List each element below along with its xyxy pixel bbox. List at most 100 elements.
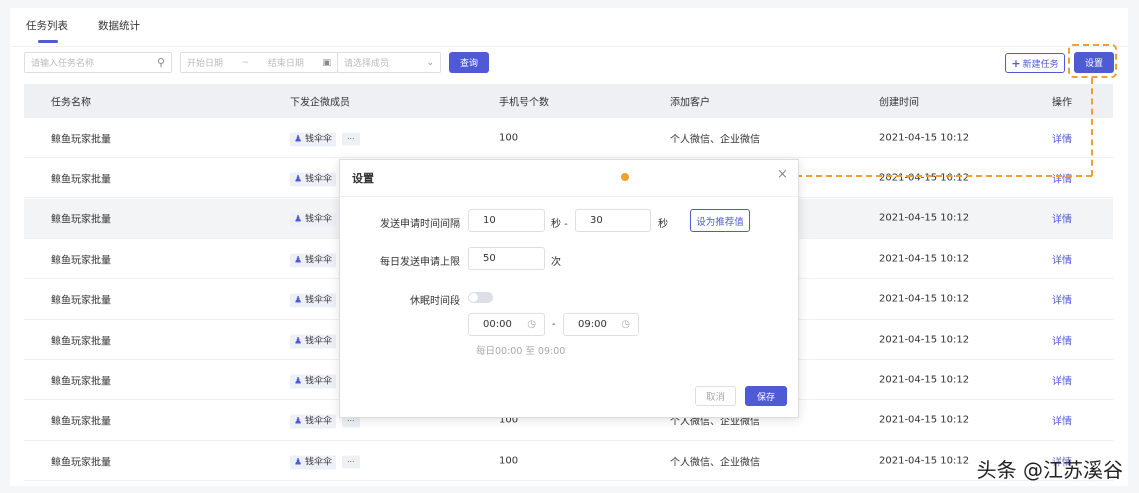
calendar-icon: ▣	[322, 57, 331, 68]
user-icon: ♟	[294, 457, 303, 468]
member-name: 钱伞伞	[304, 134, 332, 144]
created-time: 2021-04-15 10:12	[879, 212, 970, 224]
user-icon: ♟	[294, 255, 303, 266]
member-tag: ♟ 钱伞伞	[290, 455, 336, 470]
member-select[interactable]: 请选择成员 ⌄	[337, 52, 441, 73]
member-tag: ♟ 钱伞伞	[290, 172, 336, 187]
daily-limit-label: 每日发送申请上限	[380, 257, 460, 268]
range-dash: -	[552, 319, 556, 330]
annotation-dot	[621, 173, 629, 181]
created-time: 2021-04-15 10:12	[879, 374, 970, 386]
created-time: 2021-04-15 10:12	[879, 455, 970, 467]
task-name: 鲸鱼玩家批量	[51, 376, 111, 388]
task-name: 鲸鱼玩家批量	[51, 295, 111, 307]
user-icon: ♟	[294, 416, 303, 427]
times-unit: 次	[551, 257, 561, 268]
member-tag: ♟ 钱伞伞	[290, 132, 336, 146]
member-cell: ♟ 钱伞伞 ···	[290, 454, 360, 470]
new-task-label: 新建任务	[1022, 59, 1059, 70]
col-phones: 手机号个数	[499, 97, 549, 109]
interval-label: 发送申请时间间隔	[380, 219, 460, 230]
user-icon: ♟	[294, 376, 303, 387]
member-tag: ♟ 钱伞伞	[290, 334, 336, 348]
task-name: 鲸鱼玩家批量	[51, 174, 111, 186]
interval-min-input[interactable]: 10	[468, 209, 545, 232]
created-time: 2021-04-15 10:12	[879, 414, 970, 426]
user-icon: ♟	[294, 214, 303, 225]
more-members-button[interactable]: ···	[341, 132, 360, 145]
member-cell: ♟ 钱伞伞 ···	[290, 131, 360, 146]
date-range-input[interactable]: 开始日期 ~ 结束日期 ▣	[180, 52, 338, 73]
sleep-end-input[interactable]: 09:00 ◷	[563, 313, 639, 336]
set-recommended-button[interactable]: 设为推荐值	[690, 209, 750, 232]
cancel-button[interactable]: 取消	[695, 386, 736, 406]
tab-task-list[interactable]: 任务列表	[26, 18, 68, 43]
detail-link[interactable]: 详情	[1052, 292, 1072, 307]
close-icon[interactable]: ×	[777, 167, 788, 182]
phone-count: 100	[499, 455, 519, 467]
placeholder: 请选择成员	[344, 59, 390, 69]
task-name: 鲸鱼玩家批量	[51, 336, 111, 347]
sleep-start-input[interactable]: 00:00 ◷	[468, 313, 545, 336]
save-button[interactable]: 保存	[745, 386, 787, 406]
sleep-hint: 每日00:00 至 09:00	[476, 346, 566, 357]
tab-statistics[interactable]: 数据统计	[98, 18, 140, 43]
member-tag: ♟ 钱伞伞	[290, 293, 336, 308]
table-row: 鲸鱼玩家批量 ♟ 钱伞伞 ··· 100 个人微信、企业微信 2021-04-15…	[24, 441, 1113, 482]
detail-link[interactable]: 详情	[1052, 170, 1072, 185]
interval-max-input[interactable]: 30	[575, 209, 651, 232]
end-date: 结束日期	[267, 59, 304, 69]
detail-link[interactable]: 详情	[1052, 211, 1072, 226]
task-name-input[interactable]: 请输入任务名称 ⚲	[24, 52, 172, 73]
detail-link[interactable]: 详情	[1052, 413, 1072, 428]
task-name: 鲸鱼玩家批量	[51, 416, 111, 428]
task-name: 鲸鱼玩家批量	[51, 457, 111, 469]
detail-link[interactable]: 详情	[1052, 332, 1072, 347]
customer-types: 个人微信、企业微信	[670, 457, 760, 469]
divider	[10, 46, 1128, 47]
sec-unit: 秒	[658, 219, 668, 230]
query-button[interactable]: 查询	[449, 52, 489, 73]
col-created: 创建时间	[879, 97, 919, 109]
task-name: 鲸鱼玩家批量	[51, 134, 111, 145]
range-sep: ~	[241, 57, 250, 68]
member-tag: ♟ 钱伞伞	[290, 212, 336, 227]
detail-link[interactable]: 详情	[1052, 251, 1072, 266]
col-member: 下发企微成员	[290, 97, 350, 109]
dialog-title: 设置	[352, 172, 374, 185]
member-tag: ♟ 钱伞伞	[290, 414, 336, 429]
user-icon: ♟	[294, 336, 303, 346]
member-name: 钱伞伞	[304, 376, 332, 387]
table-header: 任务名称 下发企微成员 手机号个数 添加客户 创建时间 操作	[24, 84, 1113, 118]
task-name: 鲸鱼玩家批量	[51, 255, 111, 267]
col-action: 操作	[1052, 97, 1072, 109]
created-time: 2021-04-15 10:12	[879, 293, 970, 305]
settings-dialog: 设置 × 发送申请时间间隔 10 秒 - 30 秒 设为推荐值 每日发送申请上限…	[339, 159, 799, 418]
more-members-button[interactable]: ···	[341, 455, 360, 469]
customer-types: 个人微信、企业微信	[670, 134, 760, 145]
highlight-box	[1068, 44, 1117, 78]
created-time: 2021-04-15 10:12	[879, 334, 970, 345]
start-date: 开始日期	[187, 59, 224, 69]
clock-icon: ◷	[527, 319, 536, 330]
created-time: 2021-04-15 10:12	[879, 132, 970, 143]
sleep-toggle[interactable]	[468, 292, 493, 303]
detail-link[interactable]: 详情	[1052, 130, 1072, 145]
table-row: 鲸鱼玩家批量 ♟ 钱伞伞 ··· 100 个人微信、企业微信 2021-04-15…	[24, 118, 1113, 158]
plus-icon: +	[1011, 56, 1021, 70]
watermark: 头条 @江苏溪谷	[976, 458, 1123, 482]
sec-sep: 秒 -	[551, 219, 568, 230]
member-name: 钱伞伞	[304, 214, 332, 225]
created-time: 2021-04-15 10:12	[879, 253, 970, 265]
value: 09:00	[578, 319, 607, 330]
detail-link[interactable]: 详情	[1052, 372, 1072, 387]
daily-limit-input[interactable]: 50	[468, 247, 545, 270]
member-name: 钱伞伞	[304, 174, 332, 185]
member-name: 钱伞伞	[304, 336, 332, 346]
new-task-button[interactable]: + 新建任务	[1005, 53, 1065, 73]
user-icon: ♟	[294, 295, 303, 306]
clock-icon: ◷	[621, 319, 630, 330]
annotation-line	[1091, 78, 1093, 176]
member-tag: ♟ 钱伞伞	[290, 374, 336, 389]
task-name: 鲸鱼玩家批量	[51, 214, 111, 226]
